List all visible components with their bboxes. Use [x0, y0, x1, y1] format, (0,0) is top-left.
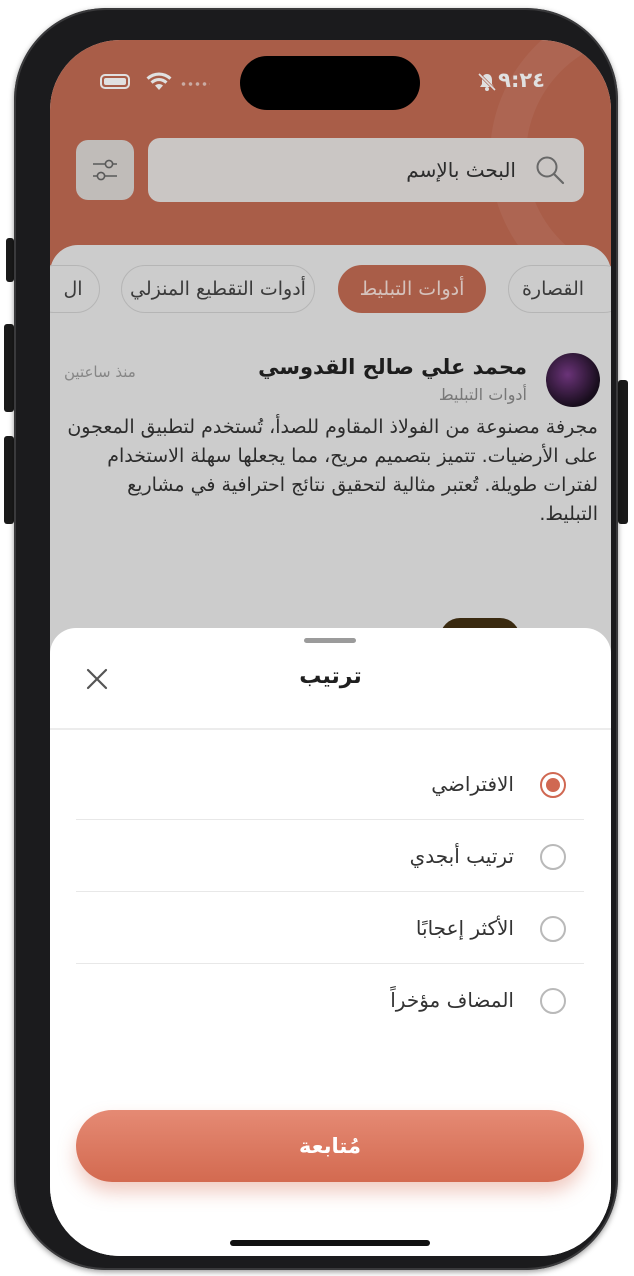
drag-handle[interactable]	[304, 638, 356, 643]
sort-option-alphabetical[interactable]: ترتيب أبجدي	[76, 820, 584, 892]
sort-option-most-liked[interactable]: الأكثر إعجابًا	[76, 892, 584, 964]
continue-button[interactable]: مُتابعة	[76, 1110, 584, 1182]
divider	[50, 728, 611, 730]
close-icon[interactable]	[84, 666, 110, 692]
radio-selected-icon[interactable]	[540, 772, 566, 798]
option-label: المضاف مؤخراً	[390, 988, 514, 1012]
action-button[interactable]	[6, 238, 14, 282]
sort-option-default[interactable]: الافتراضي	[76, 748, 584, 820]
radio-icon[interactable]	[540, 988, 566, 1014]
option-label: الأكثر إعجابًا	[415, 916, 514, 940]
option-label: ترتيب أبجدي	[409, 844, 514, 868]
screen: ٩:٢٤ البحث بالإسم القصارة أدوات التبليط …	[50, 40, 611, 1256]
radio-icon[interactable]	[540, 916, 566, 942]
option-label: الافتراضي	[431, 772, 514, 796]
phone-frame: ٩:٢٤ البحث بالإسم القصارة أدوات التبليط …	[14, 8, 618, 1270]
volume-down-button[interactable]	[4, 436, 14, 524]
home-indicator[interactable]	[230, 1240, 430, 1246]
sheet-title: ترتيب	[299, 664, 362, 689]
sort-bottom-sheet: ترتيب الافتراضي ترتيب أبجدي الأكثر إعجاب…	[50, 628, 611, 1256]
radio-icon[interactable]	[540, 844, 566, 870]
volume-up-button[interactable]	[4, 324, 14, 412]
sort-option-recent[interactable]: المضاف مؤخراً	[76, 964, 584, 1036]
power-button[interactable]	[618, 380, 628, 524]
